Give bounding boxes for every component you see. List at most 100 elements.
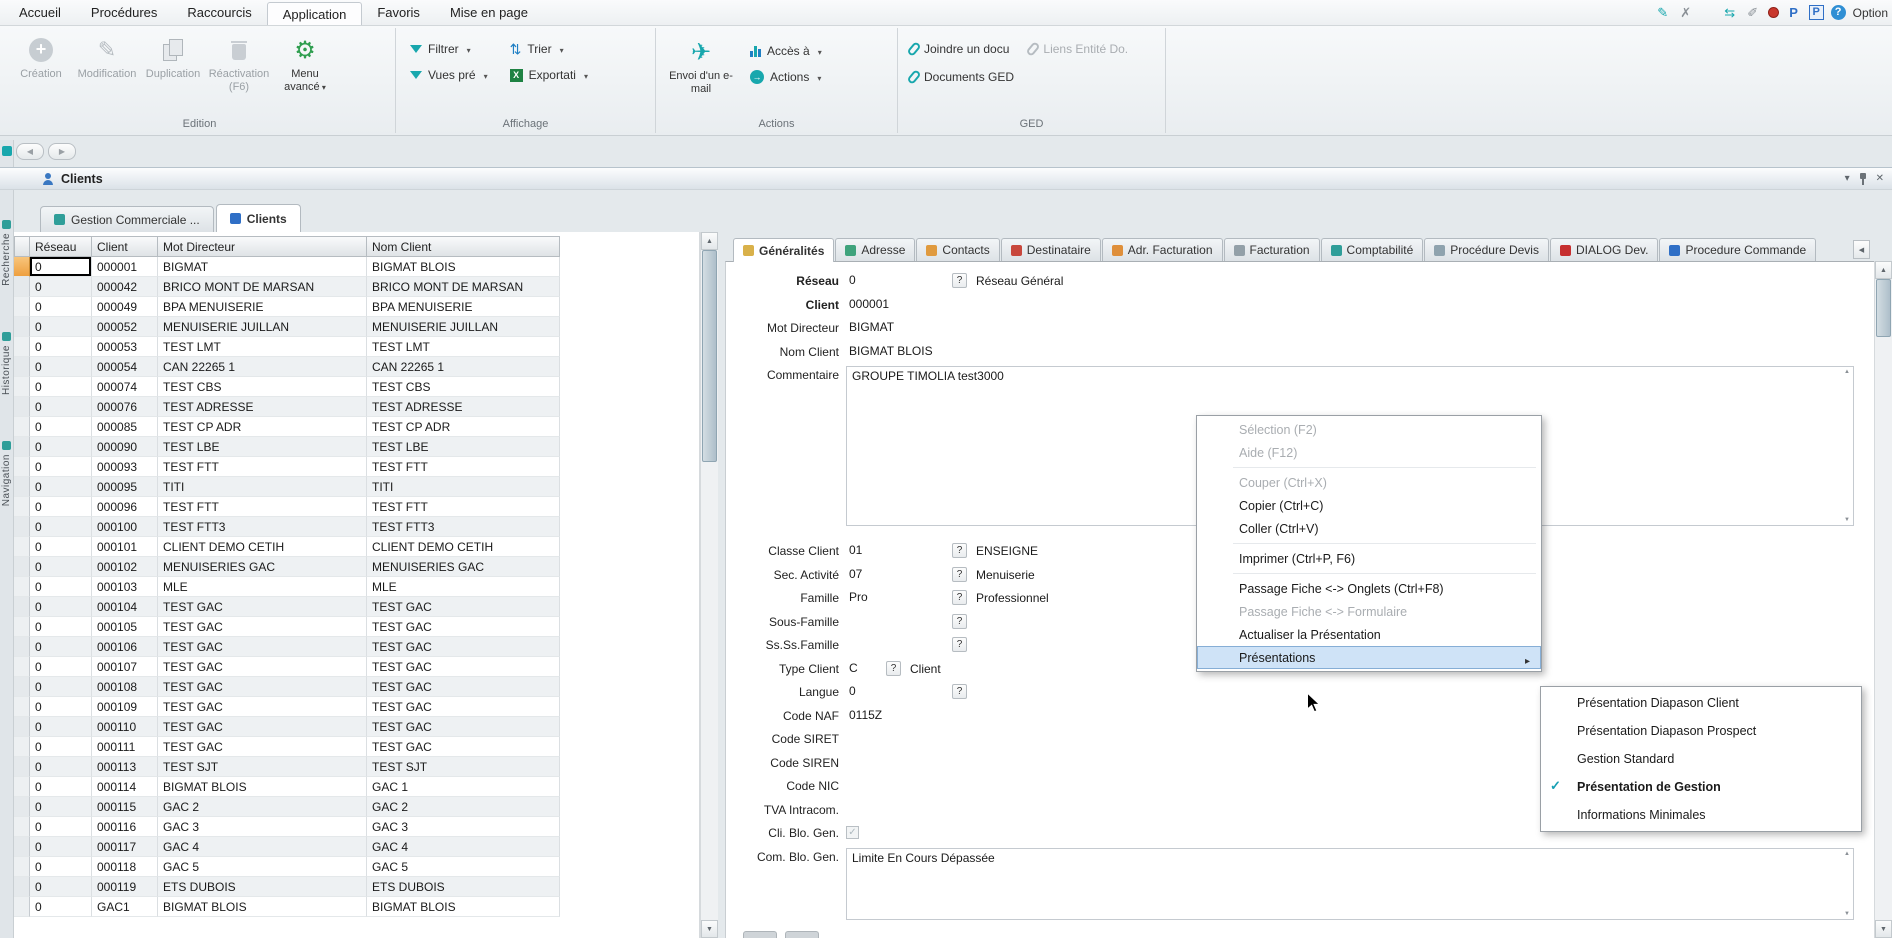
cell[interactable]: 0: [30, 577, 92, 597]
cell[interactable]: MENUISERIE JUILLAN: [158, 317, 367, 337]
cell[interactable]: 000113: [92, 757, 158, 777]
cell[interactable]: GAC 3: [367, 817, 560, 837]
table-row[interactable]: 0000105TEST GACTEST GAC: [14, 617, 699, 637]
menu-item-passage-fiche-onglets-ctrl-f8[interactable]: Passage Fiche <-> Onglets (Ctrl+F8): [1197, 577, 1541, 600]
table-row[interactable]: 0000052MENUISERIE JUILLANMENUISERIE JUIL…: [14, 317, 699, 337]
detail-tab-destinataire[interactable]: Destinataire: [1001, 238, 1101, 261]
cell[interactable]: TEST GAC: [367, 677, 560, 697]
cell[interactable]: TEST FTT: [158, 497, 367, 517]
table-row[interactable]: 0000096TEST FTTTEST FTT: [14, 497, 699, 517]
detail-tab-adresse[interactable]: Adresse: [835, 238, 915, 261]
cell[interactable]: BIGMAT BLOIS: [158, 777, 367, 797]
row-selector[interactable]: [14, 457, 30, 477]
cell[interactable]: TEST GAC: [367, 737, 560, 757]
cell[interactable]: GAC 2: [367, 797, 560, 817]
row-selector[interactable]: [14, 797, 30, 817]
row-selector[interactable]: [14, 677, 30, 697]
cell[interactable]: TEST FTT: [158, 457, 367, 477]
sort-button[interactable]: ⇅ Trier: [510, 42, 588, 56]
cell[interactable]: TEST LBE: [367, 437, 560, 457]
detail-tab-facturation[interactable]: Facturation: [1224, 238, 1320, 261]
back-button[interactable]: ◀: [16, 143, 44, 160]
input-sec-activit[interactable]: 07: [846, 566, 952, 582]
cell[interactable]: TEST GAC: [158, 737, 367, 757]
column-header-r-seau[interactable]: Réseau: [30, 236, 92, 257]
cell[interactable]: 000115: [92, 797, 158, 817]
lookup-button[interactable]: [952, 590, 967, 605]
column-header-client[interactable]: Client: [92, 236, 158, 257]
row-selector[interactable]: [14, 417, 30, 437]
cell[interactable]: 000119: [92, 877, 158, 897]
cell[interactable]: GAC 5: [367, 857, 560, 877]
options-label[interactable]: Option: [1853, 6, 1888, 20]
cell[interactable]: 000101: [92, 537, 158, 557]
row-selector[interactable]: [14, 357, 30, 377]
input-code-siret[interactable]: [846, 730, 952, 732]
cell[interactable]: 0: [30, 377, 92, 397]
cell[interactable]: 000090: [92, 437, 158, 457]
row-selector[interactable]: [14, 317, 30, 337]
cell[interactable]: 000104: [92, 597, 158, 617]
actions-button[interactable]: → Actions: [750, 70, 822, 84]
table-row[interactable]: 0000118GAC 5GAC 5: [14, 857, 699, 877]
table-row[interactable]: 0GAC1BIGMAT BLOISBIGMAT BLOIS: [14, 897, 699, 917]
detail-tab-comptabilit[interactable]: Comptabilité: [1321, 238, 1424, 261]
cell[interactable]: TEST CP ADR: [158, 417, 367, 437]
cell[interactable]: BIGMAT BLOIS: [158, 897, 367, 917]
cell[interactable]: 0: [30, 277, 92, 297]
scrollbar-thumb[interactable]: [1876, 279, 1891, 337]
input-tva-intracom[interactable]: [846, 801, 952, 803]
help-icon[interactable]: ?: [1831, 5, 1846, 20]
program-icon[interactable]: P: [1809, 5, 1824, 20]
row-selector[interactable]: [14, 577, 30, 597]
access-to-button[interactable]: Accès à: [750, 44, 822, 58]
lookup-button[interactable]: [952, 543, 967, 558]
grid-corner-cell[interactable]: [14, 236, 30, 257]
input-mot-directeur[interactable]: BIGMAT: [846, 319, 952, 335]
cell[interactable]: 000118: [92, 857, 158, 877]
table-row[interactable]: 0000107TEST GACTEST GAC: [14, 657, 699, 677]
cell[interactable]: 0: [30, 357, 92, 377]
input-classe-client[interactable]: 01: [846, 542, 952, 558]
cell[interactable]: BIGMAT BLOIS: [367, 897, 560, 917]
scroll-up-icon[interactable]: ▲: [1875, 261, 1892, 279]
advanced-menu-button[interactable]: ⚙ Menu avancé: [272, 34, 338, 93]
cell[interactable]: 000076: [92, 397, 158, 417]
menu-item-favoris[interactable]: Favoris: [362, 0, 435, 25]
table-row[interactable]: 0000114BIGMAT BLOISGAC 1: [14, 777, 699, 797]
pin-icon[interactable]: [1859, 173, 1867, 185]
menu-item-pr-sentations[interactable]: Présentations: [1197, 646, 1541, 669]
cell[interactable]: TEST GAC: [158, 637, 367, 657]
cell[interactable]: 0: [30, 437, 92, 457]
cell[interactable]: GAC 1: [367, 777, 560, 797]
cell[interactable]: 000001: [92, 257, 158, 277]
row-selector[interactable]: [14, 637, 30, 657]
tab-overflow-button[interactable]: ◀: [1853, 240, 1870, 259]
row-selector[interactable]: [14, 657, 30, 677]
form-scrollbar[interactable]: ▲ ▼: [1874, 261, 1892, 938]
cell[interactable]: 0: [30, 877, 92, 897]
row-selector[interactable]: [14, 757, 30, 777]
detail-tab-contacts[interactable]: Contacts: [916, 238, 999, 261]
cell[interactable]: 000085: [92, 417, 158, 437]
submenu-item-pr-sentation-diapason-client[interactable]: Présentation Diapason Client: [1541, 689, 1861, 717]
submenu-item-gestion-standard[interactable]: Gestion Standard: [1541, 745, 1861, 773]
cell[interactable]: 000110: [92, 717, 158, 737]
lookup-button[interactable]: [952, 567, 967, 582]
menu-item-raccourcis[interactable]: Raccourcis: [172, 0, 266, 25]
cell[interactable]: 000054: [92, 357, 158, 377]
scrollbar-track[interactable]: [701, 462, 718, 920]
row-selector[interactable]: [14, 517, 30, 537]
cell[interactable]: 0: [30, 337, 92, 357]
cell[interactable]: 000106: [92, 637, 158, 657]
cell[interactable]: GAC 3: [158, 817, 367, 837]
cell[interactable]: MLE: [367, 577, 560, 597]
table-row[interactable]: 0000093TEST FTTTEST FTT: [14, 457, 699, 477]
row-selector[interactable]: [14, 617, 30, 637]
checkbox-cli-blo-gen[interactable]: [846, 826, 859, 839]
lookup-button[interactable]: [952, 684, 967, 699]
cell[interactable]: 0: [30, 457, 92, 477]
cell[interactable]: 000105: [92, 617, 158, 637]
cell[interactable]: CLIENT DEMO CETIH: [158, 537, 367, 557]
table-row[interactable]: 0000085TEST CP ADRTEST CP ADR: [14, 417, 699, 437]
